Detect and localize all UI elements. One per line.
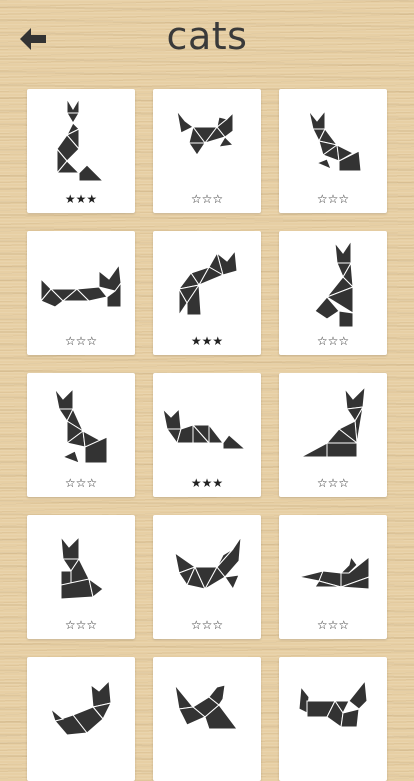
level-card-9[interactable]: ☆☆☆ bbox=[279, 373, 387, 497]
level-stars: ☆☆☆ bbox=[64, 618, 98, 632]
level-card-5[interactable]: ★★★ bbox=[153, 231, 261, 355]
cat-silhouette-icon bbox=[300, 385, 366, 458]
level-stars: ☆☆☆ bbox=[64, 476, 98, 490]
level-stars: ★★★ bbox=[190, 476, 224, 490]
page-title: cats bbox=[166, 14, 248, 58]
cat-silhouette-icon bbox=[298, 679, 368, 728]
level-card-11[interactable]: ☆☆☆ bbox=[153, 515, 261, 639]
level-stars: ☆☆☆ bbox=[190, 192, 224, 206]
cat-silhouette-icon bbox=[60, 535, 104, 600]
header: cats bbox=[0, 0, 414, 80]
level-stars: ☆☆☆ bbox=[64, 334, 98, 348]
level-stars: ☆☆☆ bbox=[316, 476, 350, 490]
level-stars: ☆☆☆ bbox=[316, 192, 350, 206]
cat-silhouette-icon bbox=[174, 683, 238, 730]
cat-silhouette-icon bbox=[308, 109, 362, 172]
level-stars: ☆☆☆ bbox=[316, 618, 350, 632]
cat-silhouette-icon bbox=[55, 97, 105, 182]
cat-silhouette-icon bbox=[177, 249, 238, 317]
level-card-3[interactable]: ☆☆☆ bbox=[279, 89, 387, 213]
cat-silhouette-icon bbox=[54, 387, 108, 464]
level-card-7[interactable]: ☆☆☆ bbox=[27, 373, 135, 497]
level-stars: ☆☆☆ bbox=[190, 618, 224, 632]
level-card-12[interactable]: ☆☆☆ bbox=[279, 515, 387, 639]
cat-silhouette-icon bbox=[298, 555, 370, 590]
level-card-14[interactable] bbox=[153, 657, 261, 781]
level-card-6[interactable]: ☆☆☆ bbox=[279, 231, 387, 355]
level-card-10[interactable]: ☆☆☆ bbox=[27, 515, 135, 639]
cat-silhouette-icon bbox=[49, 679, 112, 736]
cat-silhouette-icon bbox=[174, 536, 242, 591]
cat-silhouette-icon bbox=[162, 407, 247, 450]
level-card-8[interactable]: ★★★ bbox=[153, 373, 261, 497]
level-card-15[interactable] bbox=[279, 657, 387, 781]
level-stars: ★★★ bbox=[64, 192, 98, 206]
level-card-1[interactable]: ★★★ bbox=[27, 89, 135, 213]
level-card-4[interactable]: ☆☆☆ bbox=[27, 231, 135, 355]
cat-silhouette-icon bbox=[176, 110, 235, 156]
level-stars: ★★★ bbox=[190, 334, 224, 348]
level-card-13[interactable] bbox=[27, 657, 135, 781]
level-card-2[interactable]: ☆☆☆ bbox=[153, 89, 261, 213]
cat-silhouette-icon bbox=[314, 239, 354, 328]
level-stars: ☆☆☆ bbox=[316, 334, 350, 348]
cat-silhouette-icon bbox=[40, 263, 122, 308]
